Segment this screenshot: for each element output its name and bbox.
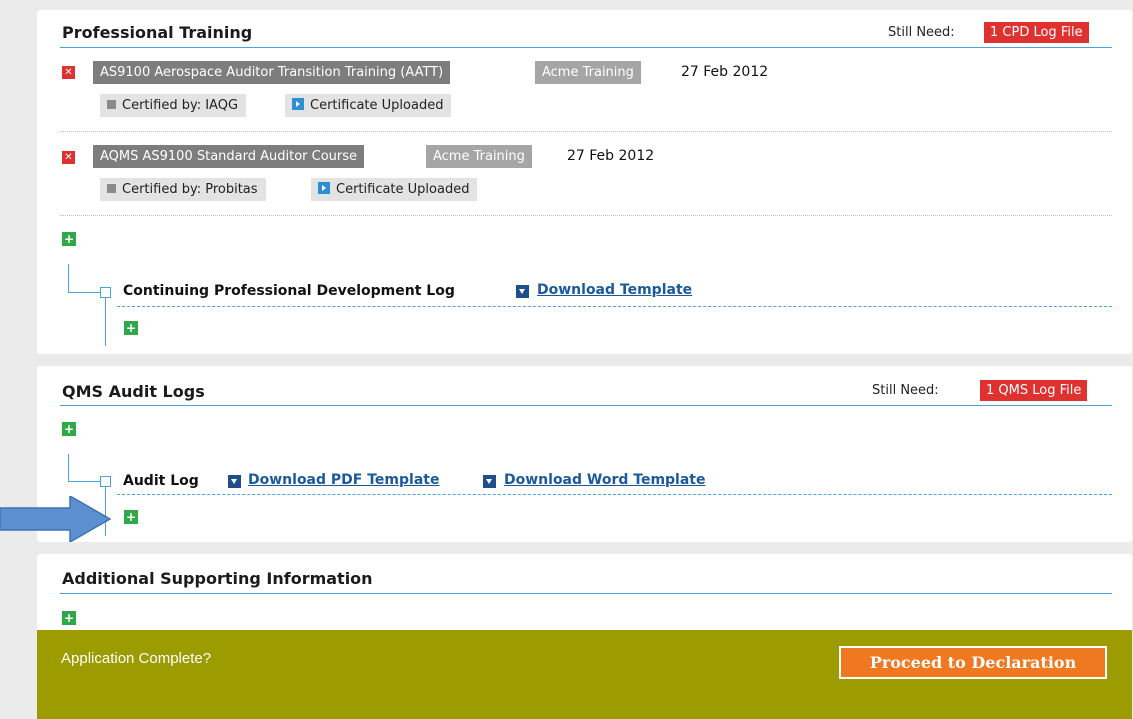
still-need-badge: 1 CPD Log File [984, 22, 1089, 43]
download-icon[interactable] [516, 285, 529, 298]
tree-connector [68, 481, 101, 482]
tree-connector [68, 454, 69, 481]
course-provider: Acme Training [426, 145, 532, 168]
section-title: QMS Audit Logs [62, 382, 205, 401]
tree-node-icon [100, 287, 111, 298]
add-audit-log-group-button[interactable]: + [62, 422, 76, 436]
certified-by-tag: Certified by: Probitas [100, 178, 266, 201]
proceed-to-declaration-button[interactable]: Proceed to Declaration [839, 646, 1107, 679]
certificate-status-text: Certificate Uploaded [310, 98, 444, 113]
grey-square-icon [107, 100, 116, 109]
certificate-status-text: Certificate Uploaded [336, 182, 470, 197]
log-divider [117, 494, 1112, 495]
certificate-uploaded-tag[interactable]: Certificate Uploaded [285, 94, 452, 117]
certificate-uploaded-tag[interactable]: Certificate Uploaded [311, 178, 478, 201]
section-divider [60, 405, 1112, 406]
course-separator [60, 131, 1112, 132]
certified-by-text: Certified by: Probitas [122, 182, 258, 197]
application-complete-text: Application Complete? [61, 650, 212, 667]
tree-connector [68, 264, 69, 292]
cpd-log-title: Continuing Professional Development Log [123, 283, 455, 299]
course-date: 27 Feb 2012 [567, 148, 655, 164]
grey-square-icon [107, 184, 116, 193]
section-divider [60, 47, 1112, 48]
blue-play-icon [318, 182, 330, 194]
course-provider: Acme Training [535, 61, 641, 84]
download-pdf-template-link[interactable]: Download PDF Template [248, 472, 439, 488]
tree-connector [68, 292, 101, 293]
download-word-template-link[interactable]: Download Word Template [504, 472, 706, 488]
qms-audit-logs-panel: QMS Audit Logs Still Need: 1 QMS Log Fil… [37, 366, 1132, 542]
still-need-badge: 1 QMS Log File [980, 380, 1088, 401]
arrow-right-icon [0, 496, 112, 542]
section-title: Additional Supporting Information [62, 569, 373, 588]
add-course-button[interactable]: + [62, 232, 76, 246]
download-icon[interactable] [228, 475, 241, 488]
professional-training-panel: Professional Training Still Need: 1 CPD … [37, 10, 1132, 354]
audit-log-title: Audit Log [123, 473, 199, 489]
section-title: Professional Training [62, 23, 253, 42]
section-divider [60, 593, 1112, 594]
add-audit-log-button[interactable]: + [124, 510, 138, 524]
certified-by-text: Certified by: IAQG [122, 98, 239, 113]
log-divider [117, 306, 1112, 307]
remove-course-button[interactable]: ✕ [62, 66, 75, 79]
course-separator [60, 215, 1112, 216]
download-template-link[interactable]: Download Template [537, 282, 692, 298]
certified-by-tag: Certified by: IAQG [100, 94, 247, 117]
download-icon[interactable] [483, 475, 496, 488]
tree-connector [105, 298, 106, 346]
course-name[interactable]: AS9100 Aerospace Auditor Transition Trai… [93, 61, 451, 84]
course-name[interactable]: AQMS AS9100 Standard Auditor Course [93, 145, 365, 168]
remove-course-button[interactable]: ✕ [62, 151, 75, 164]
still-need-label: Still Need: [872, 383, 939, 398]
tree-node-icon [100, 476, 111, 487]
add-cpd-log-button[interactable]: + [124, 321, 138, 335]
application-footer: Application Complete? Proceed to Declara… [37, 630, 1132, 719]
add-supporting-info-button[interactable]: + [62, 611, 76, 625]
course-date: 27 Feb 2012 [681, 64, 769, 80]
still-need-label: Still Need: [888, 25, 955, 40]
blue-play-icon [292, 98, 304, 110]
